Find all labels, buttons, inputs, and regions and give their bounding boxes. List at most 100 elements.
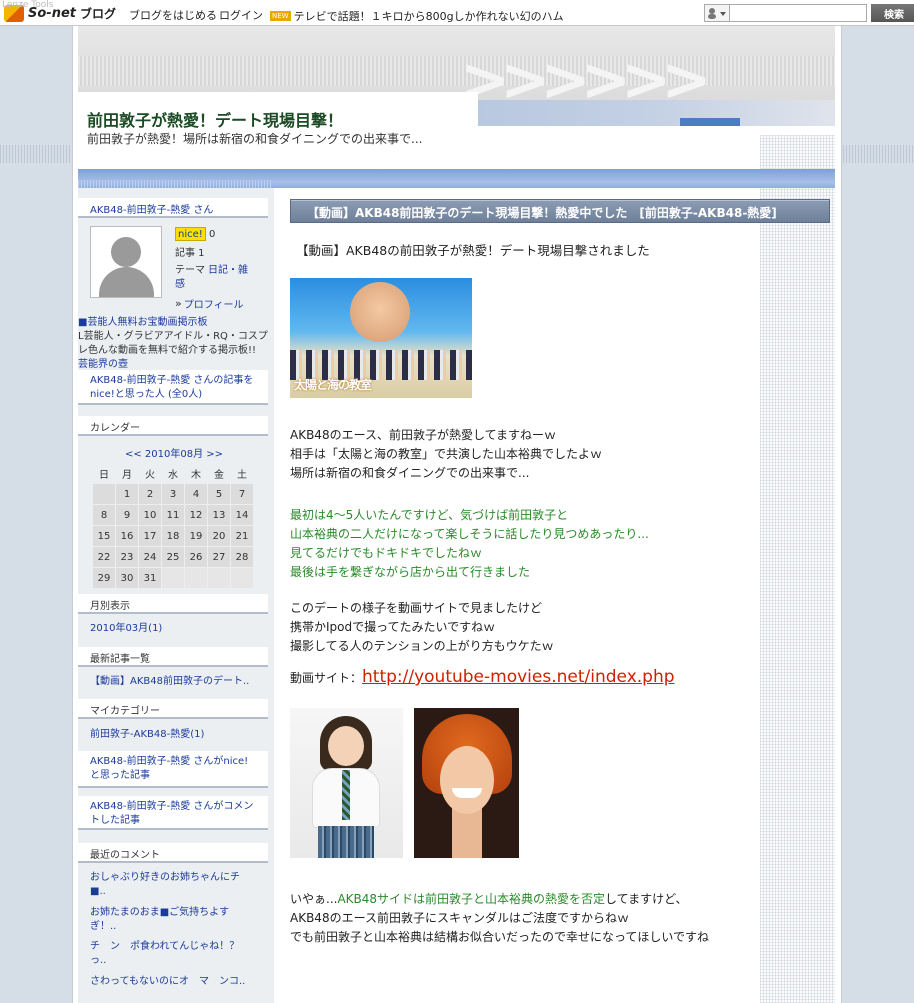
header-blue-accent [680,118,740,126]
calendar-day: 7 [231,484,253,504]
drama-poster-image[interactable]: 太陽と海の教室 [290,278,472,398]
article-count: 記事 1 [175,248,205,259]
calendar-day: 23 [116,547,138,567]
video-site-link[interactable]: http://youtube-movies.net/index.php [362,667,675,687]
post-line: 相手は「太陽と海の教室」で共演した山本裕典でしたよｗ [290,447,603,461]
post-paragraph-4: いやぁ...AKB48サイドは前田敦子と山本裕典の熱愛を否定してますけど、 AK… [290,890,709,947]
search-button[interactable]: 検索 [871,4,914,22]
start-blog-link[interactable]: ブログをはじめる [129,7,217,23]
calendar-header: カレンダー [78,416,268,436]
post-lead: 【動画】AKB48の前田敦子が熱愛！デート現場目撃されました [296,243,650,258]
profile-name-link[interactable]: AKB48-前田敦子-熱愛 さん [90,205,213,216]
comment-link[interactable]: お姉たまのおま■ご気持ちよすぎ！.. [90,906,255,934]
search-user-icon [708,8,726,19]
calendar-day: 27 [208,547,230,567]
blog-title[interactable]: 前田敦子が熱愛！デート現場目撃！ [87,107,343,131]
header-ad[interactable]: NEW テレビで話題！１キロから800gしか作れない幻のハム [270,8,564,24]
video-site-label: 動画サイト： [290,671,363,685]
post-header[interactable]: 【動画】AKB48前田敦子のデート現場目撃！熱愛中でした [前田敦子-AKB48… [290,199,830,223]
calendar-day: 17 [139,526,161,546]
ad-text: テレビで話題！１キロから800gしか作れない幻のハム [293,10,564,23]
commented-articles-box[interactable]: AKB48-前田敦子-熱愛 さんがコメントした記事 [78,796,268,830]
calendar-day-header: 土 [237,469,247,481]
calendar-day: 22 [93,547,115,567]
promo-title[interactable]: ■芸能人無料お宝動画掲示板 [78,316,268,330]
comment-link[interactable]: チ ン ポ食われてんじゃね！？っ.. [90,940,240,968]
post-line: 場所は新宿の和食ダイニングでの出来事で... [290,466,530,480]
post-line-part: いやぁ... [290,892,338,906]
calendar-day: 13 [208,505,230,525]
calendar-day [208,568,230,588]
post-line: 撮影してる人のテンションの上がり方もウケたｗ [290,639,554,653]
calendar-day-header: 日 [99,469,109,481]
blog-subtitle: 前田敦子が熱愛！場所は新宿の和食ダイニングでの出来事で... [87,132,423,146]
calendar-day [185,568,207,588]
nice-people-box[interactable]: AKB48-前田敦子-熱愛 さんの記事をnice!と思った人 (全0人) [78,370,268,405]
post-line: AKB48のエース前田敦子にスキャンダルはご法度ですからねｗ [290,911,629,925]
calendar-grid: 日 月 火 水 木 金 土 1 2 3 4 5 7 8 9 10 11 12 1… [92,462,254,589]
post-line-part: してますけど、 [605,892,688,906]
theme-link[interactable]: 日記・雑感 [175,264,255,292]
nice-count: 0 [209,229,216,240]
search-scope-select[interactable] [704,4,730,22]
post-line: でも前田敦子と山本裕典は結構お似合いだったので幸せになってほしいですね [290,930,710,944]
comment-link[interactable]: おしゃぶり好きのお姉ちゃんにチ■.. [90,871,255,899]
login-link[interactable]: ログイン [219,7,263,23]
post-line-highlight: AKB48サイドは前田敦子と山本裕典の熱愛を否定 [337,892,606,906]
calendar-day [93,484,115,504]
calendar-day: 3 [162,484,184,504]
calendar-day-header: 金 [214,469,224,481]
commented-articles-text: AKB48-前田敦子-熱愛 さんがコメントした記事 [90,801,254,826]
promo-text: L芸能人・グラビアアイドル・RQ・コスプレ色んな動画を無料で紹介する掲示板!! [78,331,268,356]
calendar-day: 28 [231,547,253,567]
profile-link-row[interactable]: » プロフィール [175,296,244,311]
calendar-day: 30 [116,568,138,588]
calendar-day-header: 火 [145,469,155,481]
nice-people-text: AKB48-前田敦子-熱愛 さんの記事をnice!と思った人 (全0人) [90,375,254,400]
calendar-day: 8 [93,505,115,525]
recent-header: 最新記事一覧 [78,647,268,667]
calendar-day: 26 [185,547,207,567]
monthly-archive-link[interactable]: 2010年03月(1) [90,622,162,636]
calendar-day: 4 [185,484,207,504]
double-chevron-icon: » [175,297,182,310]
category-link[interactable]: 前田敦子-AKB48-熱愛(1) [90,728,204,742]
calendar-day: 15 [93,526,115,546]
calendar-day-header: 水 [168,469,178,481]
nice-articles-text: AKB48-前田敦子-熱愛 さんがnice!と思った記事 [90,756,249,781]
avatar[interactable] [90,226,162,298]
calendar-day: 29 [93,568,115,588]
post-paragraph-3: このデートの様子を動画サイトで見ましたけど 携帯かIpodで撮ってたみたいですね… [290,599,554,656]
post-line: AKB48のエース、前田敦子が熱愛してますねーｗ [290,428,557,442]
recent-article-link[interactable]: 【動画】AKB48前田敦子のデート.. [90,675,249,689]
calendar-day: 9 [116,505,138,525]
post-line: 見てるだけでもドキドキでしたねｗ [290,546,483,560]
calendar-day: 20 [208,526,230,546]
search-input[interactable] [730,4,867,22]
calendar-day: 25 [162,547,184,567]
calendar-day: 16 [116,526,138,546]
nice-articles-box[interactable]: AKB48-前田敦子-熱愛 さんがnice!と思った記事 [78,751,268,788]
calendar-day [162,568,184,588]
calendar-day: 2 [139,484,161,504]
header-chevrons: >>>>>> [460,55,712,105]
calendar-nav[interactable]: << 2010年08月 >> [125,445,223,460]
post-line: このデートの様子を動画サイトで見ましたけど [290,601,543,615]
comment-link[interactable]: さわってもないのにオ マ ンコ.. [90,975,255,989]
calendar-day: 14 [231,505,253,525]
yamamoto-photo[interactable] [414,708,519,858]
calendar-day: 10 [139,505,161,525]
category-header: マイカテゴリー [78,699,268,719]
calendar-day: 19 [185,526,207,546]
calendar-day-header: 木 [191,469,201,481]
nice-badge[interactable]: nice! [175,227,206,241]
calendar-day: 12 [185,505,207,525]
nav-blue-grid [78,180,272,188]
maeda-photo[interactable] [290,708,403,858]
profile-link[interactable]: プロフィール [184,296,244,311]
post-paragraph-1: AKB48のエース、前田敦子が熱愛してますねーｗ 相手は「太陽と海の教室」で共演… [290,426,602,483]
video-site-line: 動画サイト：http://youtube-movies.net/index.ph… [290,667,675,687]
calendar-day: 18 [162,526,184,546]
brand-blog-label: ブログ [79,6,116,21]
comments-header: 最近のコメント [78,843,268,863]
